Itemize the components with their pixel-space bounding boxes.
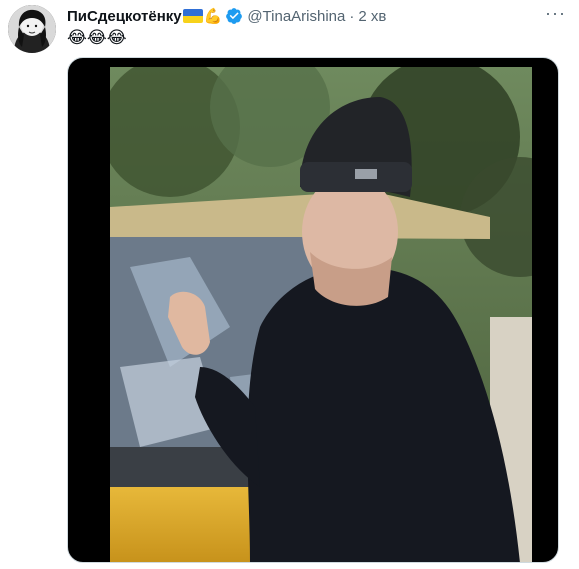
user-handle[interactable]: @TinaArishina	[247, 8, 345, 25]
display-name[interactable]: ПиСдецкотёнку	[67, 8, 182, 25]
tweet-text: 😂😂😂	[67, 28, 127, 47]
flexed-arm-icon: 💪	[203, 7, 223, 25]
ukraine-flag-icon	[182, 9, 203, 23]
more-options-icon[interactable]: ···	[545, 4, 565, 26]
avatar-image	[8, 5, 56, 53]
tweet[interactable]: ПиСдецкотёнку 💪 @TinaArishina · 2 хв ···…	[0, 0, 579, 569]
tweet-media[interactable]	[67, 57, 559, 563]
separator-dot: ·	[349, 7, 355, 25]
verified-badge-icon	[226, 8, 243, 24]
video-thumbnail[interactable]	[110, 67, 532, 562]
tweet-header: ПиСдецкотёнку 💪 @TinaArishina · 2 хв	[67, 6, 386, 26]
timestamp[interactable]: 2 хв	[358, 8, 386, 25]
avatar[interactable]	[8, 5, 56, 53]
video-frame-image	[110, 67, 532, 562]
